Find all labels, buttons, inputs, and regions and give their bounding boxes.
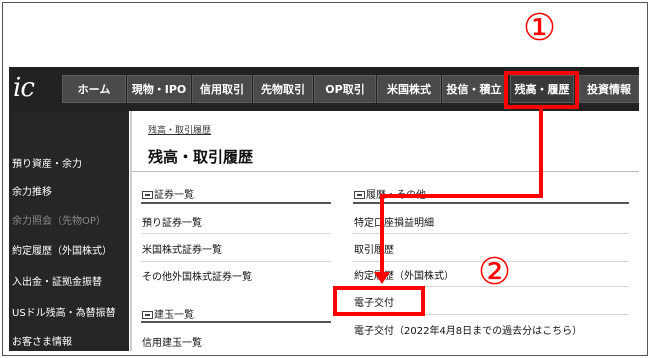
breadcrumb[interactable]: 残高・取引履歴 <box>148 123 211 136</box>
section-rule <box>141 321 331 323</box>
arrow-segment <box>380 194 384 274</box>
step-1-marker: ① <box>523 6 557 49</box>
sidebar-item-deposit-transfer[interactable]: 入出金・証拠金振替 <box>12 273 102 288</box>
tab-futures[interactable]: 先物取引 <box>253 75 313 103</box>
link-us-stock-securities[interactable]: 米国株式証券一覧 <box>142 241 222 256</box>
securities-section-heading: 証券一覧 <box>142 186 194 201</box>
link-electronic-delivery-archive[interactable]: 電子交付（2022年4月8日までの過去分はこちら） <box>354 322 582 337</box>
highlight-balance-history-tab <box>504 71 579 109</box>
tab-investment-info[interactable]: 投資情報 <box>579 75 639 103</box>
row-divider <box>141 233 331 234</box>
sidebar-item-assets[interactable]: 預り資産・余力 <box>12 155 82 170</box>
link-tax-account-pnl[interactable]: 特定口座損益明細 <box>354 214 434 229</box>
row-divider <box>141 261 331 262</box>
tab-funds[interactable]: 投信・積立 <box>442 75 506 103</box>
list-icon <box>354 191 365 199</box>
section-rule <box>141 202 331 204</box>
positions-section-heading: 建玉一覧 <box>142 306 194 321</box>
highlight-electronic-delivery <box>333 286 425 316</box>
tab-us-stocks[interactable]: 米国株式 <box>377 75 441 103</box>
tab-options[interactable]: OP取引 <box>314 75 376 103</box>
brand-logo[interactable]: ic <box>13 73 61 105</box>
tab-home[interactable]: ホーム <box>62 75 126 103</box>
sidebar-item-customer-info[interactable]: お客さま情報 <box>12 333 72 348</box>
arrow-segment <box>539 109 543 198</box>
tab-margin-trading[interactable]: 信用取引 <box>192 75 252 103</box>
list-icon <box>142 191 153 199</box>
link-deposited-securities[interactable]: 預り証券一覧 <box>142 214 202 229</box>
section-rule <box>353 202 629 204</box>
sidebar-item-usd-exchange[interactable]: USドル残高・為替振替 <box>12 304 116 319</box>
step-2-marker: ② <box>478 250 512 293</box>
sidebar-item-foreign-executions[interactable]: 約定履歴（外国株式） <box>12 242 112 257</box>
tab-spot-ipo[interactable]: 現物・IPO <box>127 75 191 103</box>
page-title: 残高・取引履歴 <box>148 148 254 166</box>
link-other-foreign-securities[interactable]: その他外国株式証券一覧 <box>142 268 252 283</box>
divider <box>130 111 132 351</box>
title-divider <box>132 171 639 172</box>
arrow-head-icon <box>374 272 390 284</box>
list-icon <box>142 311 153 319</box>
sidebar-item-margin-trend[interactable]: 余力推移 <box>12 183 52 198</box>
link-foreign-executions[interactable]: 約定履歴（外国株式） <box>354 267 454 282</box>
arrow-segment <box>380 194 543 198</box>
link-margin-positions[interactable]: 信用建玉一覧 <box>142 334 202 349</box>
sidebar-item-margin-futures[interactable]: 余力照会（先物OP） <box>12 212 106 227</box>
row-divider <box>353 233 629 234</box>
sidebar: 預り資産・余力 余力推移 余力照会（先物OP） 約定履歴（外国株式） 入出金・証… <box>9 111 129 351</box>
link-trade-history[interactable]: 取引履歴 <box>354 241 394 256</box>
